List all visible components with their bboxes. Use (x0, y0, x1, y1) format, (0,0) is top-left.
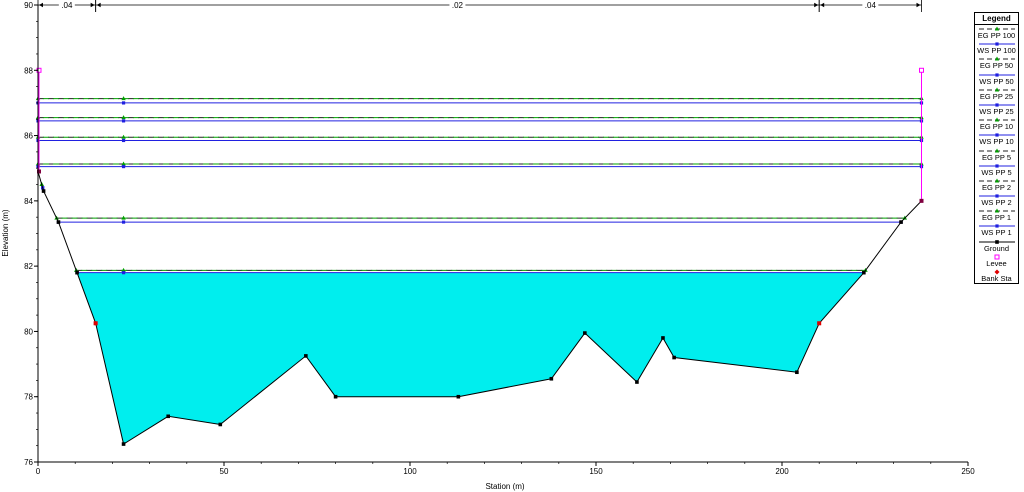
y-tick-label: 88 (24, 66, 33, 75)
legend-item: Bank Sta (975, 268, 1018, 283)
legend-item: WS PP 100 (975, 40, 1018, 55)
cross-section-chart: .04 .02 .04 0 50 100 150 200 250 76 78 80 82 84 86 88 9… (1, 0, 975, 491)
ground-point (218, 422, 223, 427)
y-axis-title: Elevation (m) (1, 209, 10, 256)
legend-item-label: WS PP 5 (981, 167, 1012, 177)
ws-pp-10-marker (121, 164, 126, 169)
x-tick-label: 100 (403, 467, 417, 476)
ground-point (661, 336, 665, 340)
x-tick-label: 0 (36, 467, 41, 476)
x-tick-label: 50 (220, 467, 229, 476)
water-fill (77, 272, 864, 445)
ground-point (166, 414, 170, 419)
legend-item: EG PP 10 (975, 116, 1018, 131)
ws-pp-2-marker (121, 220, 126, 224)
y-tick-label: 80 (24, 327, 33, 336)
ground-point (549, 376, 554, 381)
ground-point (56, 220, 61, 224)
legend-item: EG PP 5 (975, 147, 1018, 162)
legend-item-label: WS PP 25 (979, 106, 1014, 116)
legend-item: WS PP 1 (975, 222, 1018, 237)
legend-item-label: WS PP 100 (977, 46, 1016, 56)
x-tick-label: 200 (775, 467, 789, 476)
y-tick-label: 86 (24, 132, 33, 141)
ws-pp-1-marker (121, 271, 126, 275)
ws-pp-50-marker (121, 119, 126, 123)
legend-item-label: WS PP 50 (979, 76, 1014, 86)
legend-item: WS PP 50 (975, 71, 1018, 86)
manning-n-label: .04 (865, 1, 877, 10)
ground-point (75, 270, 79, 275)
manning-n-arrow (916, 2, 921, 8)
legend-item-label: Ground (983, 243, 1010, 253)
ground-point (635, 380, 639, 384)
bank-station-marker (93, 321, 98, 326)
x-tick-label: 250 (961, 467, 975, 476)
levee-layer (36, 67, 924, 203)
manning-n-arrow (39, 2, 43, 8)
legend-item-label: Levee (986, 258, 1007, 268)
legend-item-label: EG PP 100 (977, 31, 1016, 40)
manning-n-label: .02 (452, 1, 464, 10)
legend: Legend EG PP 100 WS PP 100 EG PP 50 WS PP 5… (974, 12, 1019, 285)
legend-item: WS PP 10 (975, 131, 1018, 146)
y-tick-label: 82 (24, 262, 33, 271)
levee-marker (919, 67, 924, 73)
legend-item: EG PP 2 (975, 177, 1018, 192)
legend-item-label: EG PP 1 (981, 213, 1012, 223)
legend-item: WS PP 5 (975, 162, 1018, 177)
manning-n-arrow (814, 2, 819, 8)
legend-items: EG PP 100 WS PP 100 EG PP 50 WS PP 50 EG PP … (975, 25, 1018, 283)
legend-item-label: EG PP 5 (981, 152, 1012, 162)
manning-n-layer: .04 .02 .04 (37, 0, 922, 12)
ground-point (672, 355, 676, 360)
legend-title: Legend (975, 13, 1018, 25)
legend-item-label: WS PP 1 (981, 228, 1012, 238)
y-tick-label: 78 (24, 393, 33, 402)
legend-item: EG PP 50 (975, 55, 1018, 70)
levee-base-marker (919, 198, 924, 203)
manning-n-arrow (820, 2, 825, 8)
x-axis-title: Station (m) (485, 482, 524, 491)
ground-point (795, 370, 799, 375)
manning-n-arrow (96, 2, 101, 8)
legend-item-label: WS PP 2 (981, 198, 1012, 208)
manning-n-label: .04 (61, 1, 73, 10)
ground-point (333, 394, 338, 399)
ground-point (121, 442, 126, 446)
legend-item: WS PP 2 (975, 192, 1018, 207)
legend-item: EG PP 100 (975, 25, 1018, 40)
y-tick-label: 76 (24, 458, 33, 467)
legend-item: EG PP 25 (975, 86, 1018, 101)
bank-station-marker (817, 321, 822, 326)
manning-n-arrow (90, 2, 95, 8)
legend-item: EG PP 1 (975, 207, 1018, 222)
legend-item-label: EG PP 50 (979, 61, 1014, 71)
legend-item-label: EG PP 10 (979, 122, 1014, 132)
ground-point (456, 394, 461, 399)
legend-item: Ground (975, 238, 1018, 253)
y-tick-label: 84 (24, 197, 33, 206)
ground-point (583, 331, 587, 335)
y-tick-label: 90 (24, 1, 33, 10)
ws-pp-25-marker (121, 138, 126, 143)
ground-point (41, 189, 46, 193)
profile-lines-layer (35, 96, 924, 275)
legend-item-label: Bank Sta (981, 274, 1012, 283)
legend-item-label: EG PP 25 (979, 91, 1014, 101)
legend-item: WS PP 25 (975, 101, 1018, 116)
legend-item-label: EG PP 2 (981, 182, 1012, 192)
legend-item-label: WS PP 10 (979, 137, 1014, 147)
ground-point (862, 270, 866, 275)
ws-pp-100-marker (121, 101, 126, 105)
legend-item: Levee (975, 253, 1018, 268)
x-tick-label: 150 (589, 467, 603, 476)
water-fill-layer (77, 272, 864, 445)
ground-point (304, 354, 308, 358)
ground-point (899, 220, 903, 224)
